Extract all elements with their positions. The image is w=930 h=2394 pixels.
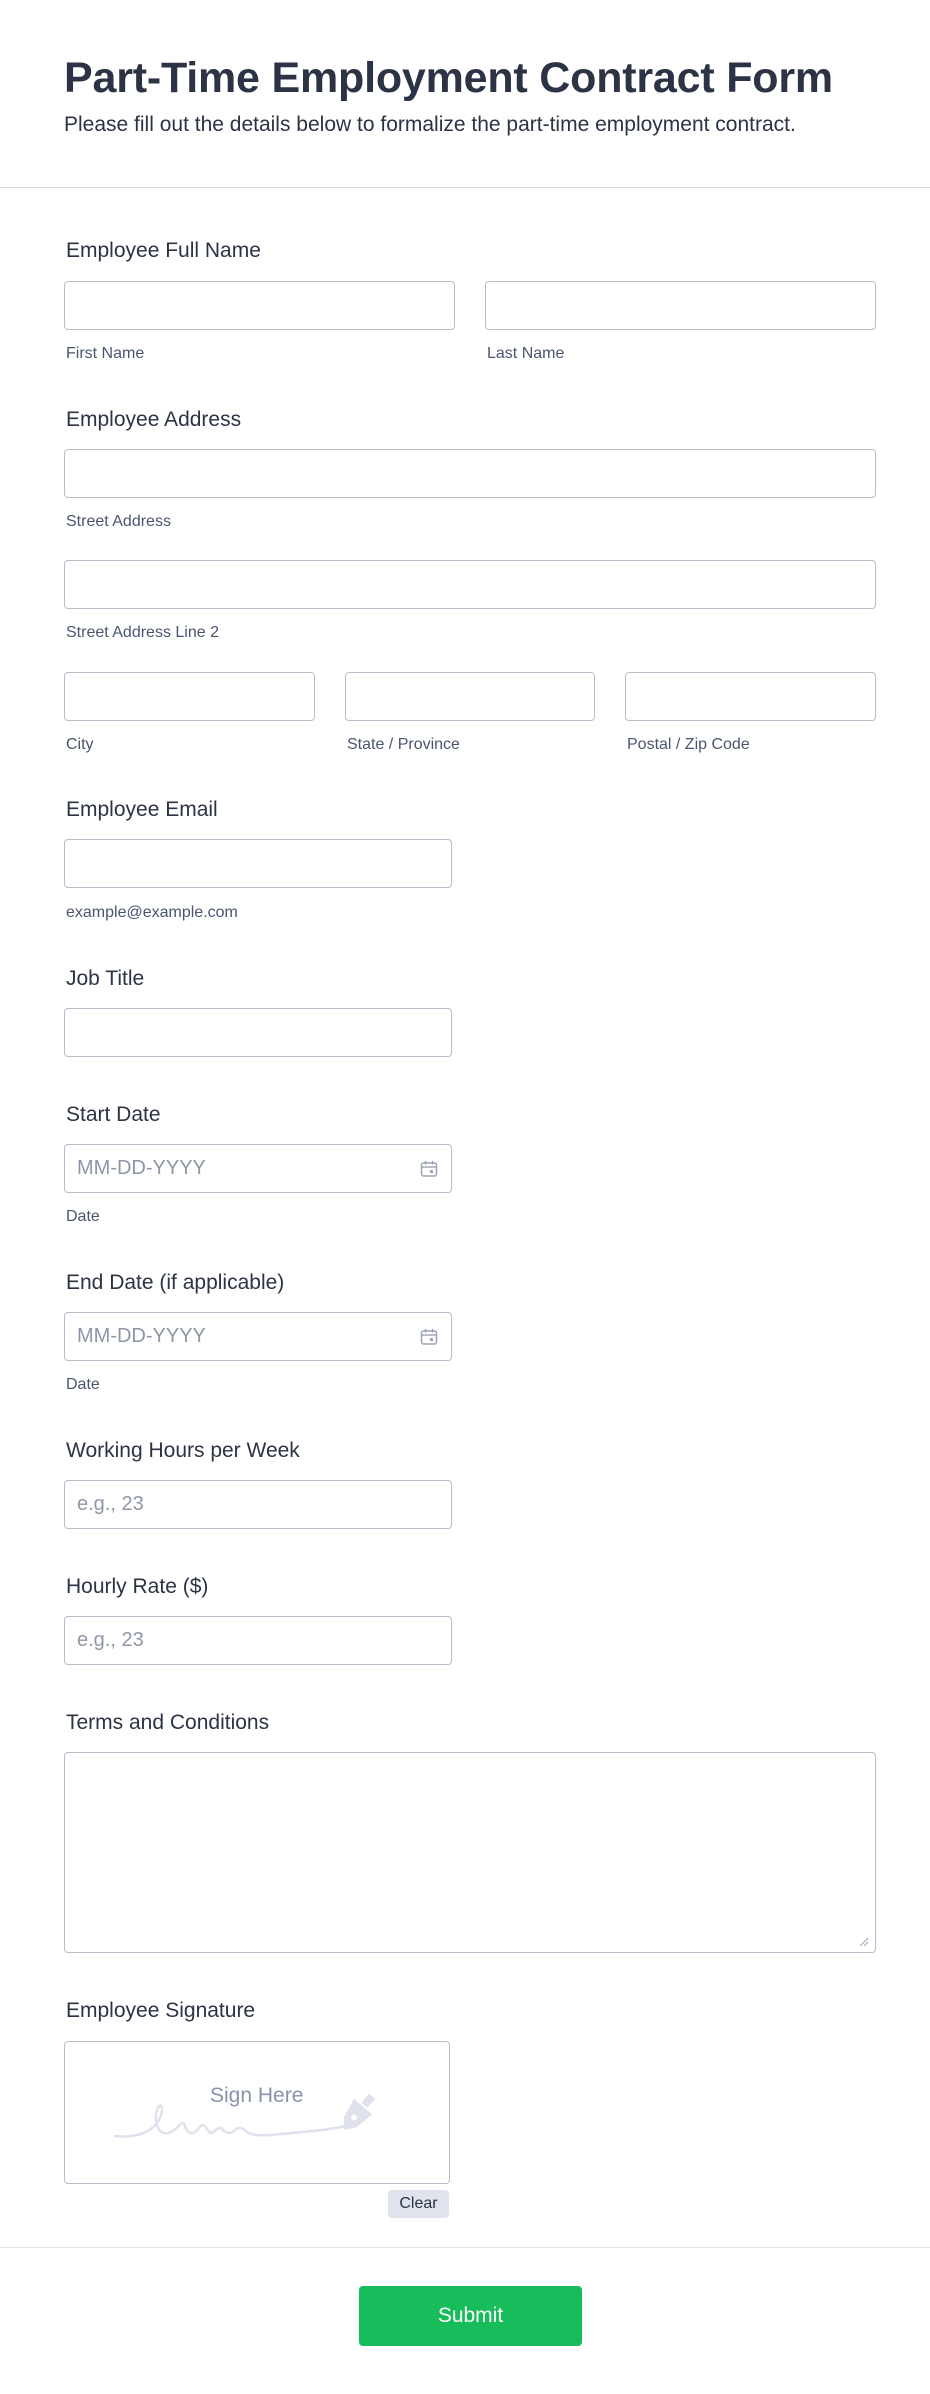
street-address-sublabel: Street Address: [66, 513, 171, 530]
last-name-input[interactable]: [485, 281, 876, 330]
calendar-icon[interactable]: [419, 1159, 439, 1179]
street-address-input[interactable]: [64, 449, 876, 498]
working-hours-input[interactable]: [64, 1480, 452, 1529]
city-sublabel: City: [66, 736, 94, 753]
first-name-input[interactable]: [64, 281, 455, 330]
hourly-rate-label: Hourly Rate ($): [66, 1575, 209, 1598]
calendar-icon[interactable]: [419, 1327, 439, 1347]
working-hours-label: Working Hours per Week: [66, 1439, 300, 1462]
end-date-input[interactable]: [64, 1312, 452, 1361]
street-address-line2-input[interactable]: [64, 560, 876, 609]
email-sublabel: example@example.com: [66, 904, 238, 921]
signature-placeholder: Sign Here: [210, 2084, 304, 2107]
clear-signature-button[interactable]: Clear: [388, 2190, 449, 2218]
submit-button[interactable]: Submit: [359, 2286, 582, 2346]
email-input[interactable]: [64, 839, 452, 888]
end-date-sublabel: Date: [66, 1376, 100, 1393]
terms-label: Terms and Conditions: [66, 1711, 270, 1734]
resize-grip-icon[interactable]: [859, 1937, 869, 1947]
hourly-rate-input[interactable]: [64, 1616, 452, 1665]
start-date-input[interactable]: [64, 1144, 452, 1193]
last-name-sublabel: Last Name: [487, 345, 565, 362]
form-subtitle: Please fill out the details below to for…: [64, 113, 796, 136]
end-date-label: End Date (if applicable): [66, 1271, 285, 1294]
full-name-label: Employee Full Name: [66, 239, 261, 262]
job-title-label: Job Title: [66, 967, 145, 990]
terms-textarea[interactable]: [64, 1752, 876, 1953]
signature-pad[interactable]: Sign Here: [64, 2041, 450, 2184]
form-title: Part-Time Employment Contract Form: [64, 54, 833, 102]
form-footer: Submit: [0, 2247, 930, 2394]
signature-label: Employee Signature: [66, 1999, 256, 2022]
start-date-sublabel: Date: [66, 1208, 100, 1225]
start-date-label: Start Date: [66, 1103, 161, 1126]
email-label: Employee Email: [66, 798, 218, 821]
state-province-input[interactable]: [345, 672, 595, 721]
postal-zip-input[interactable]: [625, 672, 876, 721]
form-page: Part-Time Employment Contract Form Pleas…: [0, 0, 930, 2394]
form-header: Part-Time Employment Contract Form Pleas…: [0, 0, 930, 188]
street-address-line2-sublabel: Street Address Line 2: [66, 624, 219, 641]
address-label: Employee Address: [66, 408, 242, 431]
job-title-input[interactable]: [64, 1008, 452, 1057]
state-province-sublabel: State / Province: [347, 736, 460, 753]
first-name-sublabel: First Name: [66, 345, 145, 362]
postal-zip-sublabel: Postal / Zip Code: [627, 736, 750, 753]
city-input[interactable]: [64, 672, 315, 721]
